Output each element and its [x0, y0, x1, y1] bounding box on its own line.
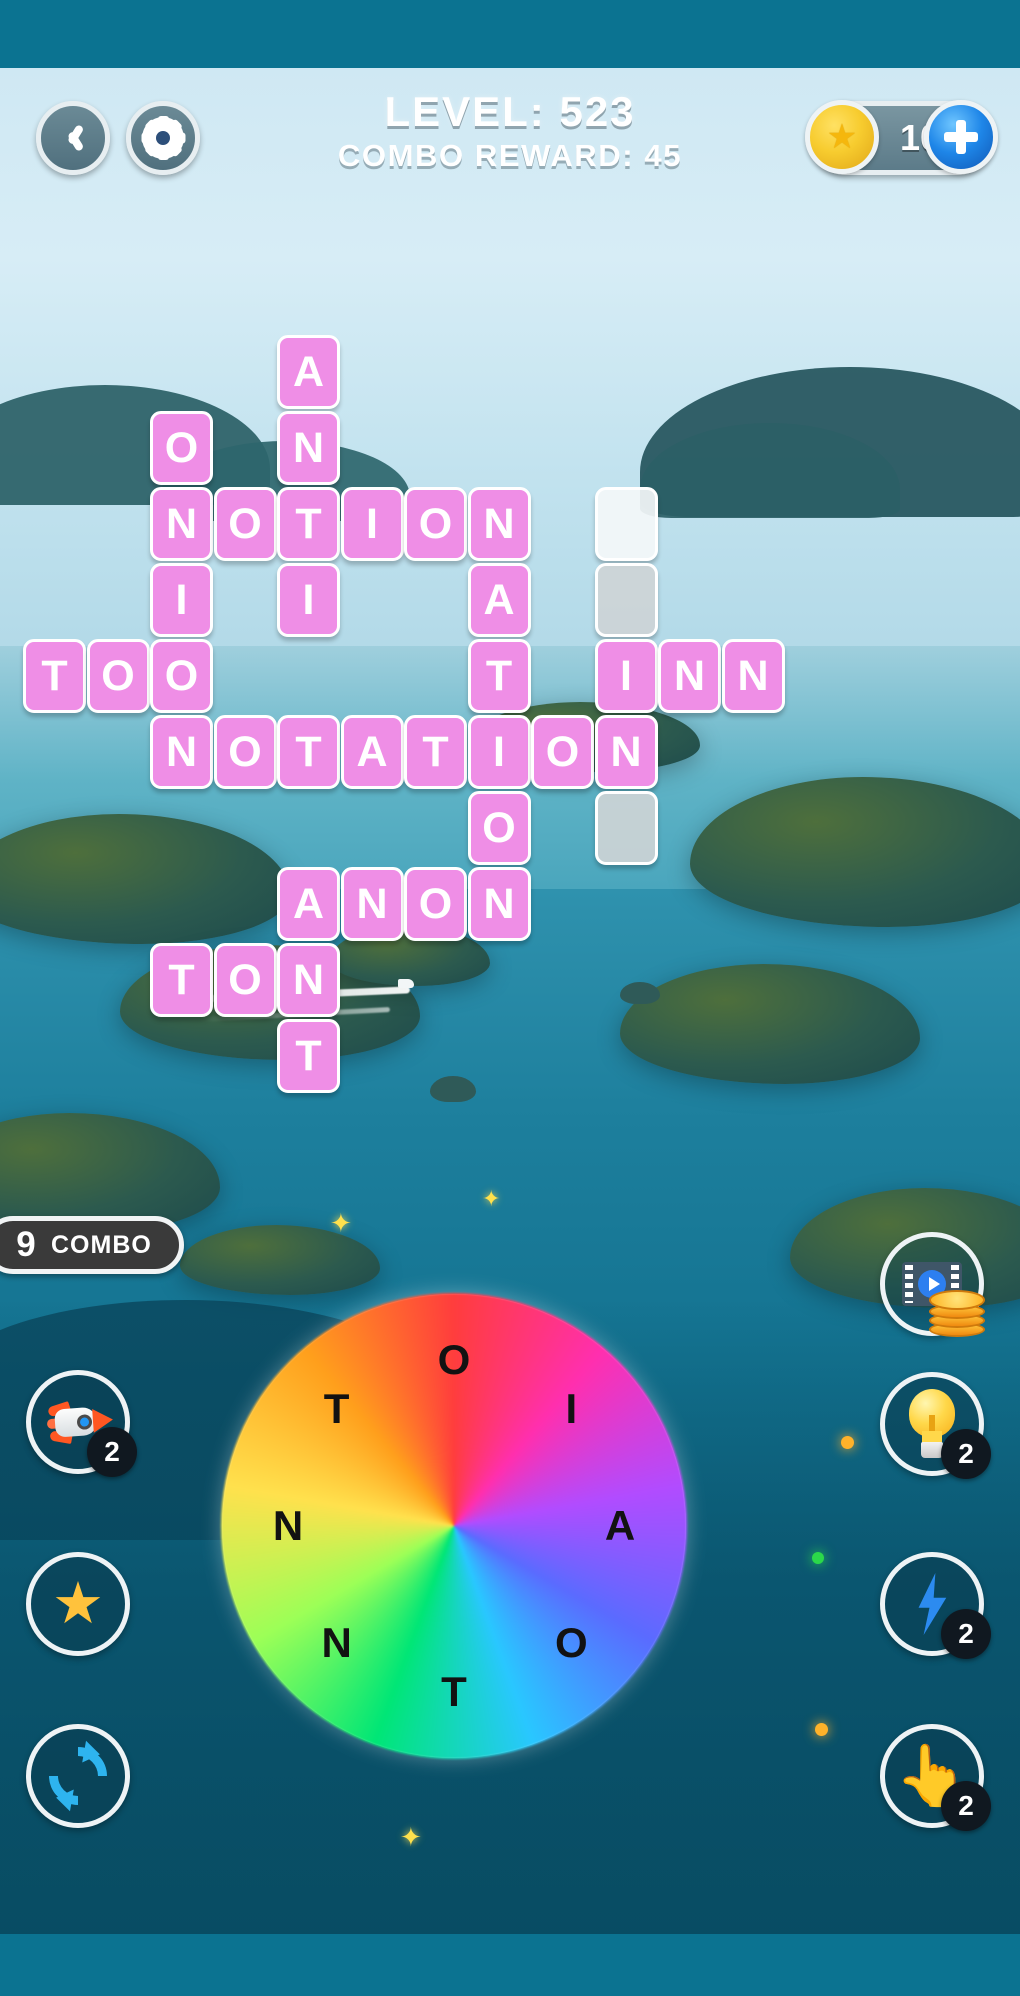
coin-stack-icon — [929, 1283, 987, 1337]
wheel-letter[interactable]: O — [427, 1333, 481, 1387]
wheel-letter[interactable]: T — [310, 1382, 364, 1436]
add-coins-button[interactable] — [924, 100, 998, 174]
rocket-booster-button[interactable]: 2 — [26, 1370, 137, 1477]
sparkle-icon: ✦ — [330, 1208, 352, 1238]
wheel-letter[interactable]: N — [261, 1499, 315, 1553]
star-icon: ★ — [52, 1571, 104, 1636]
letter-tile: O — [213, 715, 277, 789]
letter-tile: T — [277, 715, 340, 789]
glow-dot — [841, 1436, 854, 1449]
letter-tile: I — [150, 563, 213, 637]
letter-tile: O — [404, 867, 467, 941]
letter-tile: I — [467, 715, 531, 789]
bottom-bezel — [0, 1934, 1020, 1996]
empty-tile — [594, 791, 658, 865]
letter-tile: O — [467, 791, 531, 865]
shuffle-button[interactable] — [26, 1724, 130, 1828]
coin-balance-pill[interactable]: ★ 10 — [805, 100, 998, 175]
wheel-letter[interactable]: A — [593, 1499, 647, 1553]
letter-tile: A — [277, 335, 340, 409]
letter-tile: O — [213, 943, 277, 1017]
rocket-badge-count: 2 — [87, 1427, 137, 1477]
combo-count: 9 — [16, 1225, 36, 1264]
sparkle-icon: ✦ — [482, 1186, 501, 1211]
star-button[interactable]: ★ — [26, 1552, 130, 1656]
letter-tile: T — [23, 639, 86, 713]
letter-tile: A — [277, 867, 340, 941]
coin-star-icon: ★ — [805, 100, 879, 174]
wheel-letter[interactable]: O — [544, 1616, 598, 1670]
glow-dot — [812, 1552, 824, 1564]
letter-tile: T — [277, 487, 340, 561]
letter-tile: N — [467, 487, 531, 561]
empty-tile — [594, 563, 658, 637]
header-bar: LEVEL: 523 COMBO REWARD: 45 ★ 10 — [0, 68, 1020, 208]
reveal-letter-button[interactable]: 👆 2 — [880, 1724, 991, 1831]
watch-video-coins-button[interactable] — [880, 1232, 987, 1337]
empty-tile — [594, 487, 658, 561]
letter-tile: O — [86, 639, 150, 713]
letter-tile: I — [340, 487, 404, 561]
boost-button[interactable]: 2 — [880, 1552, 991, 1659]
letter-tile: N — [277, 411, 340, 485]
letter-tile: N — [340, 867, 404, 941]
letter-tile: T — [277, 1019, 340, 1093]
wheel-letter[interactable]: I — [544, 1382, 598, 1436]
sparkle-icon: ✦ — [400, 1822, 422, 1852]
letter-tile: I — [277, 563, 340, 637]
hint-button[interactable]: 2 — [880, 1372, 991, 1479]
letter-tile: T — [150, 943, 213, 1017]
game-screen: LEVEL: 523 COMBO REWARD: 45 ★ 10 AONNOTI… — [0, 0, 1020, 1996]
letter-tile: N — [150, 487, 213, 561]
boost-badge-count: 2 — [941, 1609, 991, 1659]
letter-tile: N — [150, 715, 213, 789]
letter-tile: N — [721, 639, 785, 713]
top-bezel — [0, 0, 1020, 68]
letter-tile: I — [594, 639, 658, 713]
hint-badge-count: 2 — [941, 1429, 991, 1479]
letter-tile: N — [658, 639, 721, 713]
letter-tile: A — [467, 563, 531, 637]
glow-dot — [815, 1723, 828, 1736]
letter-tile: O — [213, 487, 277, 561]
letter-tile: N — [594, 715, 658, 789]
wheel-letter[interactable]: T — [427, 1665, 481, 1719]
letter-tile: O — [531, 715, 594, 789]
combo-badge: 9 COMBO — [0, 1216, 184, 1274]
letter-tile: O — [404, 487, 467, 561]
letter-tile: N — [277, 943, 340, 1017]
shuffle-icon — [36, 1734, 120, 1818]
letter-tile: T — [404, 715, 467, 789]
letter-tile: T — [467, 639, 531, 713]
letter-tile: N — [467, 867, 531, 941]
letter-tile: A — [340, 715, 404, 789]
letter-wheel[interactable]: O I A O T N N T — [228, 1300, 680, 1752]
combo-label: COMBO — [51, 1230, 152, 1259]
reveal-badge-count: 2 — [941, 1781, 991, 1831]
letter-tile: O — [150, 411, 213, 485]
wheel-letter[interactable]: N — [310, 1616, 364, 1670]
letter-tile: O — [150, 639, 213, 713]
